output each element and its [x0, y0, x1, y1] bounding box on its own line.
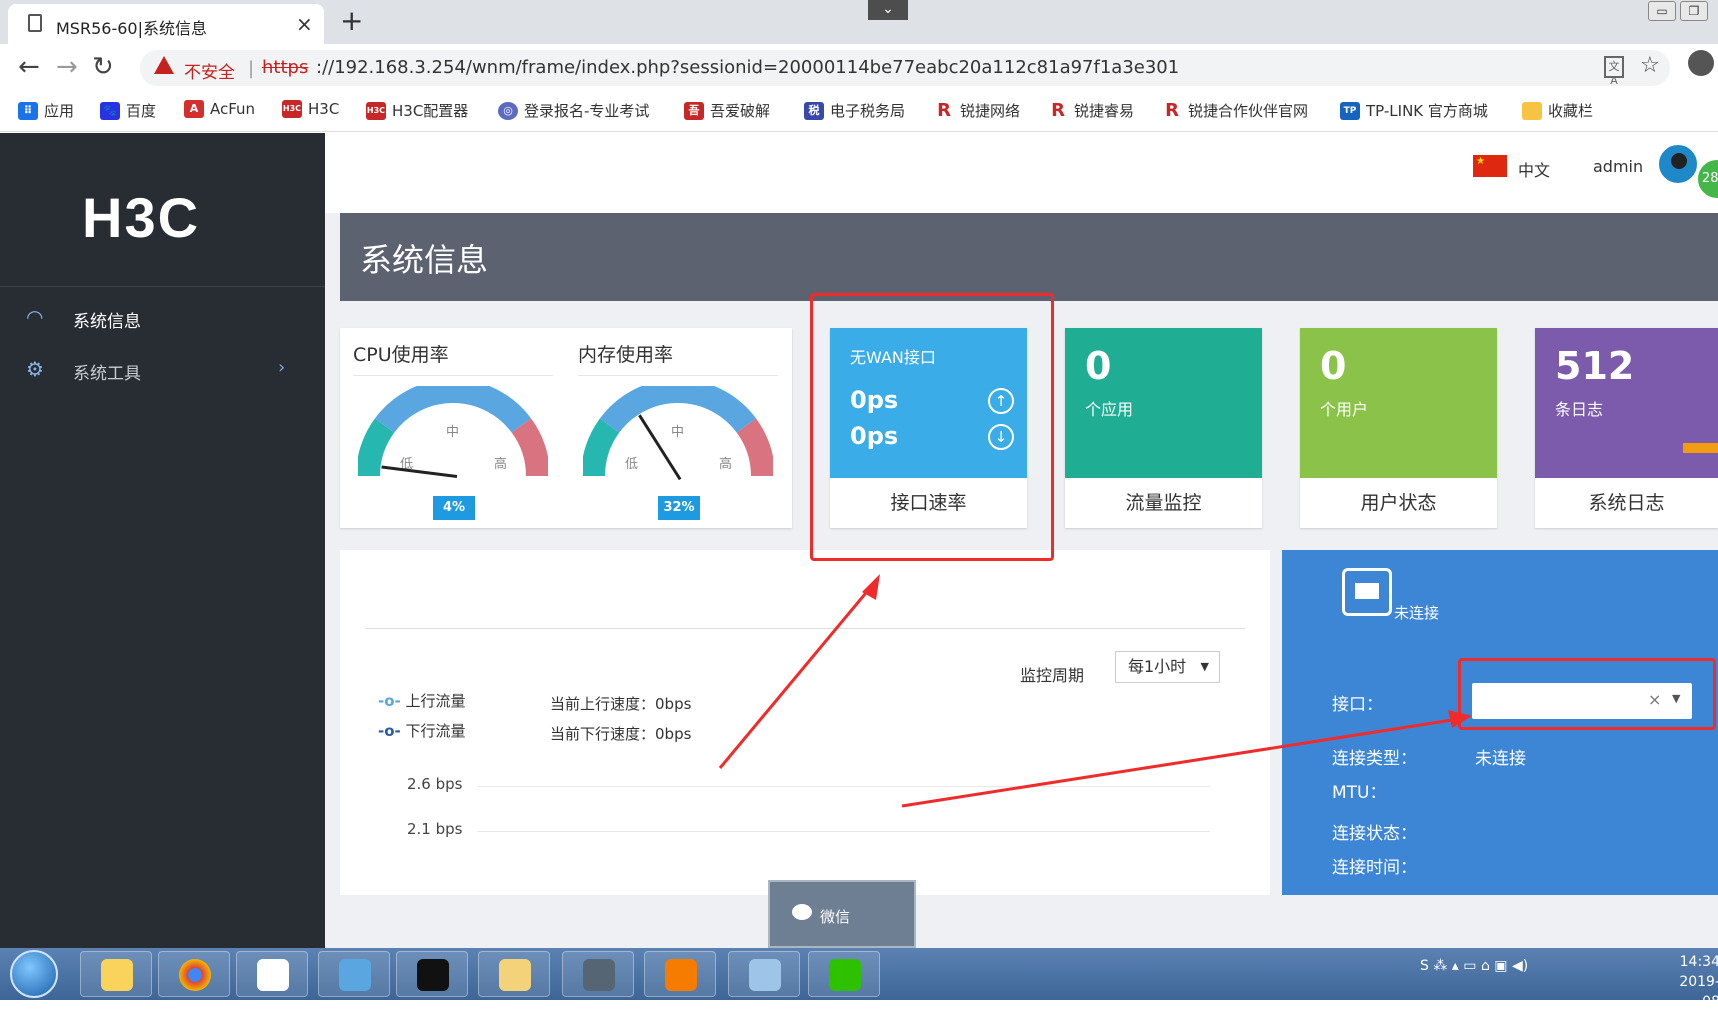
taskbar-app-video[interactable]: [644, 951, 716, 997]
taskbar-app-sticky[interactable]: [80, 951, 152, 997]
cmd-icon: [417, 959, 449, 991]
baidu-netdisk-icon: [257, 959, 289, 991]
clock-time: 14:34: [1679, 954, 1718, 970]
annotation-arrow: [718, 587, 872, 769]
vm-icon: [583, 959, 615, 991]
chrome-icon: [179, 959, 211, 991]
taskbar-app-chrome[interactable]: [158, 951, 230, 997]
windows-taskbar: S ⁂ ▴ ▭ ⌂ ▣ ◀) 14:34 2019-08: [0, 948, 1718, 1010]
taskbar-app-cmd[interactable]: [396, 951, 468, 997]
wechat-label: 微信: [820, 908, 851, 926]
clock-date: 2019-08: [1679, 974, 1718, 1010]
wechat-taskbar-preview[interactable]: 微信: [768, 880, 916, 948]
taskbar-app-baidu[interactable]: [236, 951, 308, 997]
folder-icon: [499, 959, 531, 991]
wechat-icon: [829, 959, 861, 991]
taskbar-app-wechat[interactable]: [808, 951, 880, 997]
video-player-icon: [665, 959, 697, 991]
taskbar-app-explorer[interactable]: [478, 951, 550, 997]
wechat-icon: [792, 904, 812, 920]
notepad-icon: [749, 959, 781, 991]
clock[interactable]: 14:34 2019-08: [1664, 952, 1718, 1012]
sticky-notes-icon: [101, 959, 133, 991]
network-tool-icon: [339, 959, 371, 991]
taskbar-app-notepad[interactable]: [728, 951, 800, 997]
annotation-arrowhead: [1448, 710, 1472, 728]
annotation-arrow: [901, 718, 1453, 808]
start-button[interactable]: [10, 950, 58, 998]
annotation-arrows: [718, 574, 1472, 808]
taskbar-app-network[interactable]: [318, 951, 390, 997]
taskbar-app-vm[interactable]: [562, 951, 634, 997]
system-tray[interactable]: S ⁂ ▴ ▭ ⌂ ▣ ◀): [1420, 958, 1528, 974]
